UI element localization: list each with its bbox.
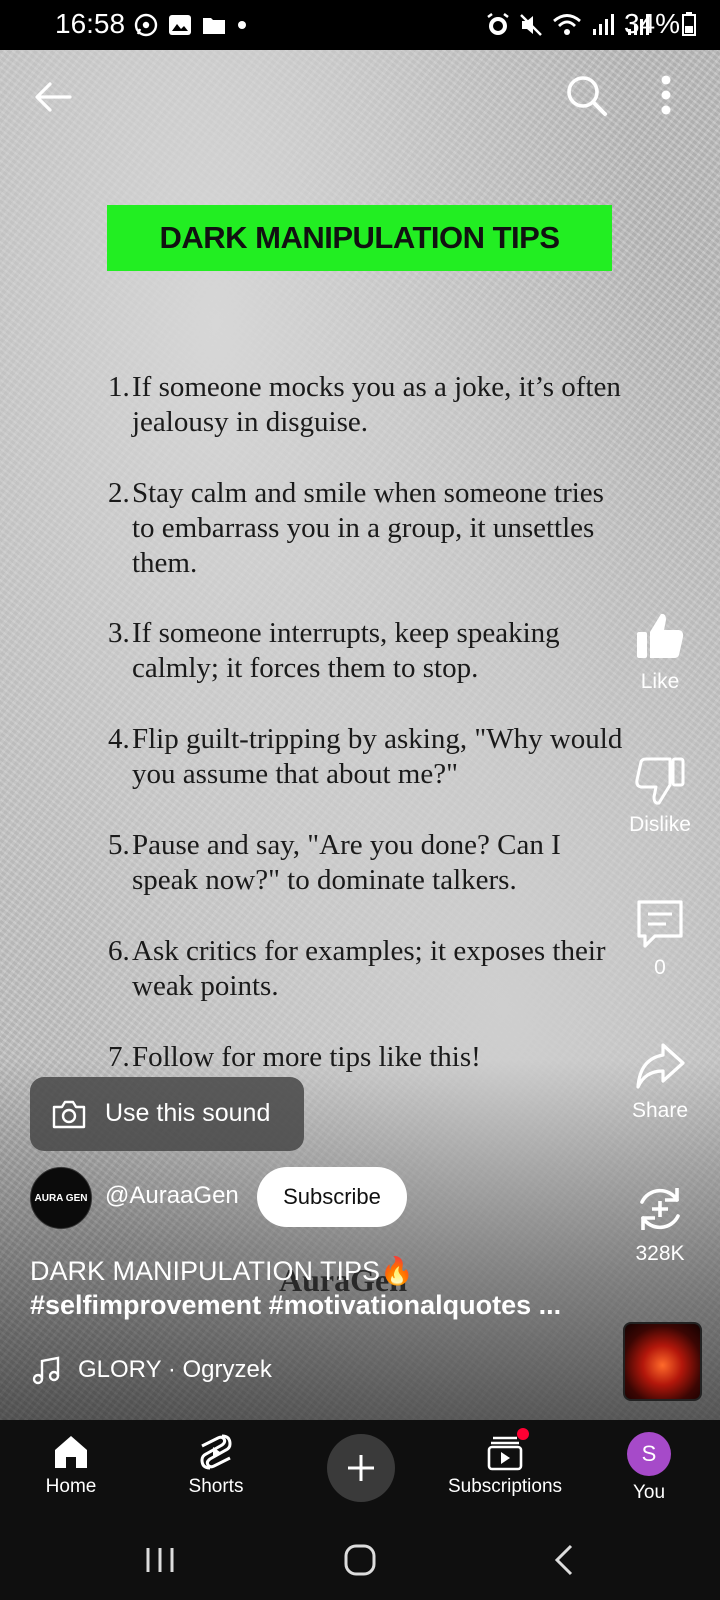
tip-item: 6. Ask critics for examples; it exposes t… bbox=[108, 935, 606, 1002]
subscribe-button[interactable]: Subscribe bbox=[257, 1167, 407, 1227]
shorts-icon bbox=[200, 1434, 232, 1470]
recent-apps-icon[interactable] bbox=[140, 1540, 180, 1580]
remix-icon bbox=[640, 1188, 680, 1230]
back-arrow-icon[interactable] bbox=[30, 74, 76, 120]
dislike-label: Dislike bbox=[629, 813, 691, 836]
dislike-button[interactable]: Dislike bbox=[618, 753, 702, 837]
tip-item: 5. Pause and say, "Are you done? Can I sp… bbox=[108, 829, 561, 896]
like-label: Like bbox=[640, 670, 680, 693]
video-hashtags[interactable]: #selfimprovement #motivationalquotes ... bbox=[30, 1290, 600, 1321]
tip-item: 1. If someone mocks you as a joke, it’s o… bbox=[108, 371, 621, 438]
signal-icon bbox=[593, 14, 614, 35]
folder-icon bbox=[203, 18, 225, 34]
gallery-icon bbox=[169, 15, 191, 35]
thumbs-up-icon bbox=[637, 613, 684, 658]
comments-count: 0 bbox=[654, 956, 666, 979]
tip-item: 7. Follow for more tips like this! bbox=[108, 1041, 481, 1073]
remix-button[interactable]: 328K bbox=[618, 1182, 702, 1266]
create-button[interactable] bbox=[327, 1434, 395, 1502]
nav-you[interactable]: S You bbox=[589, 1432, 709, 1504]
whatsapp-icon bbox=[134, 13, 158, 37]
status-icons-left bbox=[133, 12, 249, 38]
more-options-icon[interactable] bbox=[655, 72, 677, 118]
thumbs-down-icon bbox=[635, 757, 685, 805]
subscriptions-icon-wrap bbox=[485, 1428, 529, 1472]
nav-you-label: You bbox=[632, 1482, 666, 1503]
search-icon[interactable] bbox=[563, 72, 609, 118]
bottom-nav: Home Shorts Subscriptions S You bbox=[0, 1420, 720, 1520]
nav-home[interactable]: Home bbox=[11, 1432, 131, 1498]
channel-avatar[interactable]: AURA GEN bbox=[30, 1167, 92, 1229]
music-note-icon bbox=[32, 1356, 60, 1385]
use-this-sound-button[interactable]: Use this sound bbox=[30, 1077, 304, 1151]
tip-item: 4. Flip guilt-tripping by asking, "Why wo… bbox=[108, 723, 623, 790]
shorts-screen: 16:58 34% DARK MANIPULATION TIPS 1. If so… bbox=[0, 0, 720, 1600]
use-this-sound-label: Use this sound bbox=[105, 1099, 271, 1127]
banner-text: DARK MANIPULATION TIPS bbox=[159, 220, 560, 255]
user-avatar: S bbox=[627, 1432, 671, 1476]
notification-dot bbox=[517, 1428, 529, 1440]
camera-icon bbox=[52, 1100, 86, 1129]
home-icon bbox=[55, 1436, 87, 1468]
like-button[interactable]: Like bbox=[618, 610, 702, 694]
nav-subscriptions-label: Subscriptions bbox=[447, 1476, 563, 1497]
battery-level: 34% bbox=[624, 8, 696, 40]
system-nav-bar bbox=[0, 1520, 720, 1600]
back-system-icon[interactable] bbox=[545, 1540, 585, 1580]
nav-shorts[interactable]: Shorts bbox=[156, 1432, 276, 1498]
wifi-icon bbox=[553, 14, 581, 35]
tip-item: 2. Stay calm and smile when someone tries… bbox=[108, 477, 604, 579]
video-banner: DARK MANIPULATION TIPS bbox=[107, 205, 612, 271]
share-label: Share bbox=[631, 1099, 689, 1122]
comments-button[interactable]: 0 bbox=[618, 896, 702, 980]
comment-icon bbox=[637, 900, 683, 948]
music-thumbnail[interactable] bbox=[623, 1322, 702, 1401]
channel-name[interactable]: @AuraaGen bbox=[105, 1182, 239, 1210]
mute-icon bbox=[520, 14, 542, 36]
clock: 16:58 bbox=[55, 8, 126, 39]
channel-row: AURA GEN @AuraaGen Subscribe bbox=[30, 1167, 450, 1229]
share-icon bbox=[636, 1043, 685, 1089]
remix-count: 328K bbox=[635, 1242, 685, 1265]
music-label: GLORY · Ogryzek bbox=[78, 1356, 272, 1383]
nav-home-label: Home bbox=[45, 1476, 97, 1497]
alarm-icon bbox=[487, 13, 509, 35]
dot-icon bbox=[238, 21, 246, 29]
music-row[interactable]: GLORY · Ogryzek bbox=[32, 1355, 272, 1385]
plus-icon bbox=[348, 1455, 374, 1481]
home-system-icon[interactable] bbox=[340, 1540, 380, 1580]
tip-item: 3. If someone interrupts, keep speaking c… bbox=[108, 617, 560, 684]
nav-subscriptions[interactable]: Subscriptions bbox=[445, 1428, 565, 1498]
battery-icon bbox=[682, 12, 696, 36]
nav-shorts-label: Shorts bbox=[188, 1476, 244, 1497]
share-button[interactable]: Share bbox=[618, 1039, 702, 1123]
video-title[interactable]: DARK MANIPULATION TIPS🔥 bbox=[30, 1255, 590, 1287]
status-bar: 16:58 34% bbox=[0, 0, 720, 50]
